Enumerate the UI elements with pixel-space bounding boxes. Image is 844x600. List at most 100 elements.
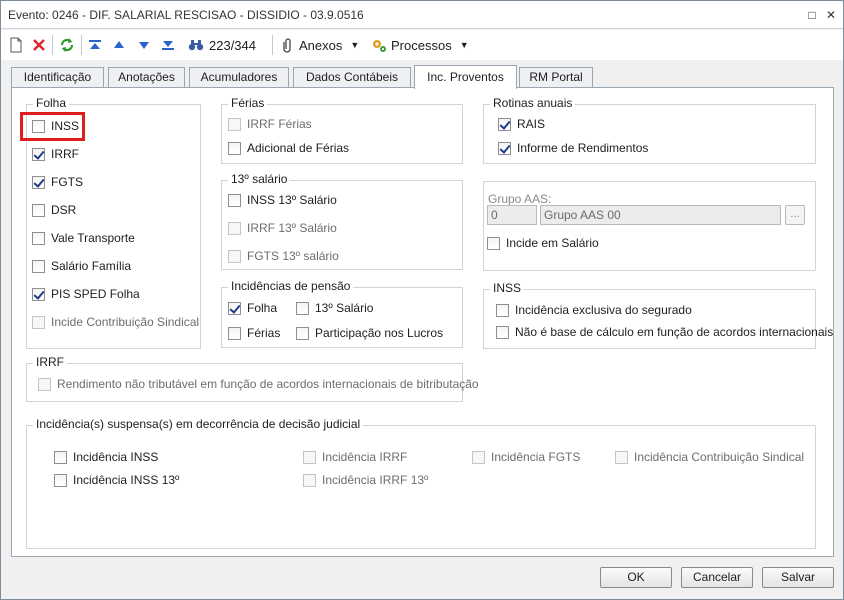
aas-lookup-button[interactable]: ... (785, 205, 805, 225)
irrf-13-checkbox[interactable]: IRRF 13º Salário (228, 221, 337, 235)
tab-dados-contabeis[interactable]: Dados Contábeis (293, 67, 411, 88)
pensao-13-checkbox[interactable]: 13º Salário (296, 301, 373, 315)
adicional-ferias-checkbox[interactable]: Adicional de Férias (228, 141, 349, 155)
checkbox-box (303, 473, 316, 487)
dsr-checkbox[interactable]: DSR (32, 203, 76, 217)
first-arrow-icon (89, 40, 101, 49)
checkbox-box (228, 193, 241, 207)
checkbox-box (498, 141, 511, 155)
new-document-icon (10, 37, 22, 53)
tab-acumuladores[interactable]: Acumuladores (189, 67, 289, 88)
checkbox-box (228, 117, 241, 131)
ferias-group: Férias (221, 96, 463, 164)
vale-transporte-checkbox[interactable]: Vale Transporte (32, 231, 135, 245)
tab-rm-portal[interactable]: RM Portal (519, 67, 593, 88)
processos-label: Processos (391, 37, 452, 53)
rotinas-title: Rotinas anuais (490, 96, 576, 110)
ok-button[interactable]: OK (600, 567, 672, 588)
save-button[interactable]: Salvar (762, 567, 834, 588)
refresh-button[interactable] (59, 35, 75, 55)
close-button[interactable]: ✕ (823, 7, 839, 23)
fgts-checkbox[interactable]: FGTS (32, 175, 83, 189)
suspensa-irrf-13-checkbox[interactable]: Incidência IRRF 13º (303, 473, 428, 487)
tab-anotacoes[interactable]: Anotações (108, 67, 185, 88)
suspensa-contribuicao-sindical-checkbox[interactable]: Incidência Contribuição Sindical (615, 450, 804, 464)
informe-rendimentos-checkbox[interactable]: Informe de Rendimentos (498, 141, 648, 155)
suspensa-irrf-checkbox[interactable]: Incidência IRRF (303, 450, 407, 464)
delete-button[interactable] (32, 35, 46, 55)
last-arrow-icon (162, 41, 174, 50)
new-record-button[interactable] (9, 35, 23, 55)
pensao-plr-checkbox[interactable]: Participação nos Lucros (296, 326, 443, 340)
suspensa-fgts-checkbox[interactable]: Incidência FGTS (472, 450, 580, 464)
checkbox-box (54, 473, 67, 487)
checkbox-box (228, 141, 241, 155)
salario-familia-checkbox[interactable]: Salário Família (32, 259, 131, 273)
aas-name-field[interactable]: Grupo AAS 00 (540, 205, 781, 225)
checkbox-box (32, 147, 45, 161)
pis-sped-folha-checkbox[interactable]: PIS SPED Folha (32, 287, 140, 301)
suspensa-inss-13-checkbox[interactable]: Incidência INSS 13º (54, 473, 179, 487)
checkbox-box (32, 315, 45, 329)
nao-base-calculo-checkbox[interactable]: Não é base de cálculo em função de acord… (496, 325, 833, 339)
checkbox-box (296, 326, 309, 340)
gear-icon (373, 40, 386, 52)
up-arrow-icon (114, 41, 124, 48)
ferias-title: Férias (228, 96, 268, 110)
pensao-title: Incidências de pensão (228, 279, 354, 293)
folha-title: Folha (33, 96, 70, 110)
previous-record-button[interactable] (112, 35, 126, 55)
chevron-down-icon: ▼ (350, 40, 360, 50)
checkbox-box (228, 301, 241, 315)
checkbox-box (32, 231, 45, 245)
first-record-button[interactable] (88, 35, 102, 55)
fgts-13-checkbox[interactable]: FGTS 13º salário (228, 249, 339, 263)
tab-inc-proventos[interactable]: Inc. Proventos (414, 65, 517, 89)
rais-checkbox[interactable]: RAIS (498, 117, 545, 131)
rotinas-group: Rotinas anuais (483, 96, 816, 164)
incide-salario-checkbox[interactable]: Incide em Salário (487, 236, 599, 250)
suspensa-inss-checkbox[interactable]: Incidência INSS (54, 450, 158, 464)
incide-contribuicao-sindical-checkbox[interactable]: Incide Contribuição Sindical (32, 315, 199, 329)
anexos-label: Anexos (299, 37, 343, 53)
checkbox-box (615, 450, 628, 464)
checkbox-box (32, 259, 45, 273)
anexos-menu[interactable]: Anexos ▼ (280, 35, 359, 55)
maximize-button[interactable]: □ (804, 7, 820, 23)
cancel-button[interactable]: Cancelar (681, 567, 753, 588)
inss-group: INSS (483, 281, 816, 349)
last-record-button[interactable] (161, 35, 175, 55)
checkbox-box (228, 249, 241, 263)
down-arrow-icon (139, 42, 149, 49)
irrf-ferias-checkbox[interactable]: IRRF Férias (228, 117, 312, 131)
checkbox-box (303, 450, 316, 464)
toolbar: 223/344 Anexos ▼ Processos ▼ (1, 30, 843, 60)
decimo-title: 13º salário (228, 172, 291, 186)
checkbox-box (228, 221, 241, 235)
pensao-folha-checkbox[interactable]: Folha (228, 301, 277, 315)
pensao-ferias-checkbox[interactable]: Férias (228, 326, 280, 340)
inss-13-checkbox[interactable]: INSS 13º Salário (228, 193, 337, 207)
checkbox-box (472, 450, 485, 464)
find-button[interactable] (188, 35, 204, 55)
incidencia-exclusiva-checkbox[interactable]: Incidência exclusiva do segurado (496, 303, 692, 317)
checkbox-box (32, 175, 45, 189)
next-record-button[interactable] (137, 35, 151, 55)
binoculars-icon (188, 40, 204, 51)
checkbox-box (498, 117, 511, 131)
record-counter: 223/344 (209, 37, 256, 53)
irrf-checkbox[interactable]: IRRF (32, 147, 79, 161)
chevron-down-icon: ▼ (459, 40, 469, 50)
checkbox-box (32, 287, 45, 301)
processos-menu[interactable]: Processos ▼ (371, 35, 469, 55)
delete-icon (33, 39, 45, 51)
refresh-icon (60, 38, 74, 52)
event-window: Evento: 0246 - DIF. SALARIAL RESCISAO - … (0, 0, 844, 600)
highlight-box (20, 112, 85, 141)
rendimento-nao-tributavel-checkbox[interactable]: Rendimento não tributável em função de a… (38, 377, 479, 391)
aas-label: Grupo AAS: (488, 192, 552, 206)
suspensa-title: Incidência(s) suspensa(s) em decorrência… (33, 417, 364, 431)
tab-identificacao[interactable]: Identificação (11, 67, 104, 88)
checkbox-box (296, 301, 309, 315)
aas-code-field[interactable]: 0 (487, 205, 537, 225)
